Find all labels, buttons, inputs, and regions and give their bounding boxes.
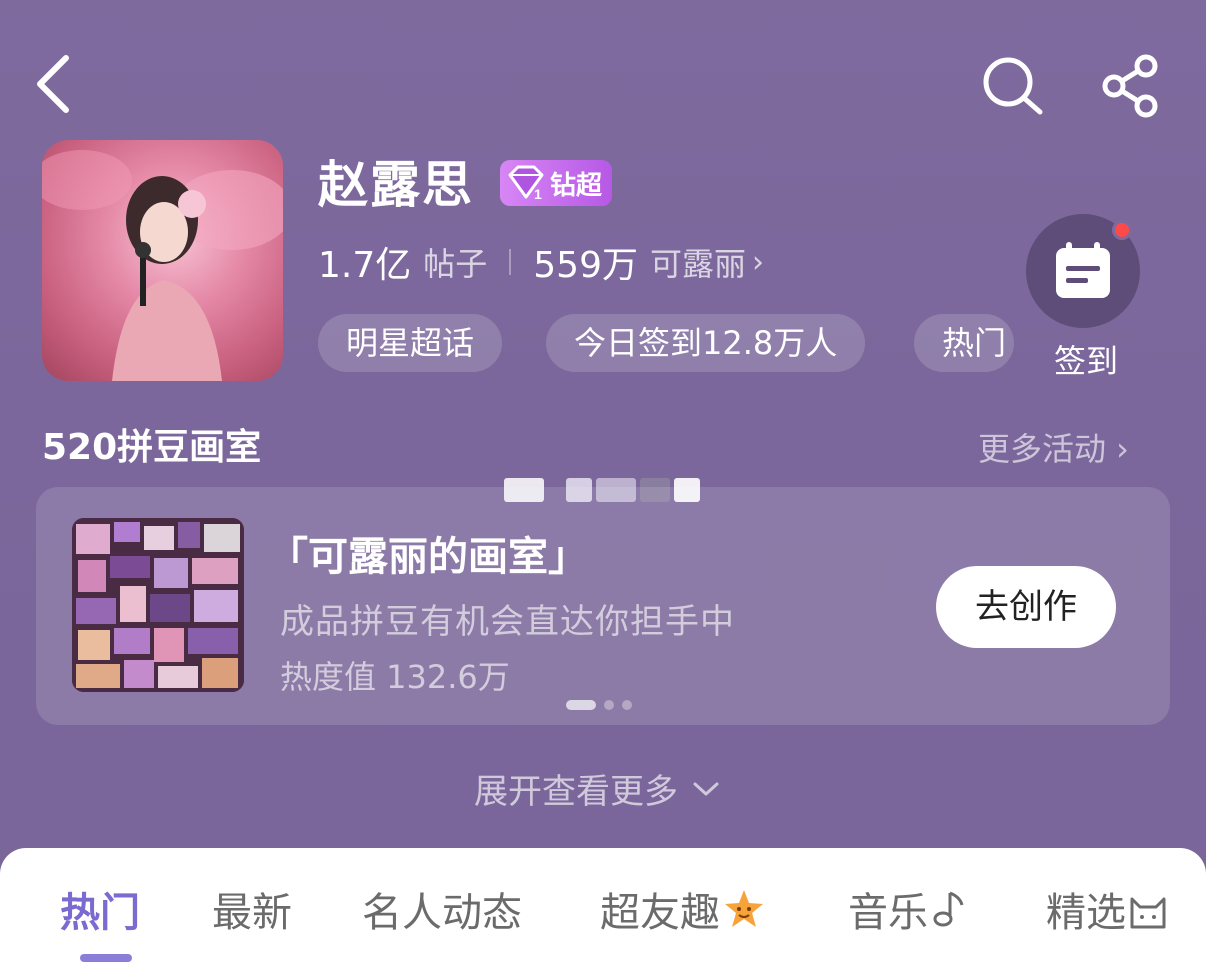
search-button[interactable] (978, 52, 1046, 120)
tab-label: 超友趣 (600, 890, 720, 936)
more-activities-link[interactable]: 更多活动 › (978, 424, 1129, 470)
expand-more-label: 展开查看更多 (474, 772, 678, 812)
level-number: 1 (534, 186, 542, 202)
posts-count: 1.7亿 (318, 245, 412, 286)
tab-label: 音乐 (848, 890, 928, 936)
fans-count: 559万 (533, 245, 638, 286)
chevron-down-icon (693, 782, 719, 795)
cat-icon (1130, 897, 1166, 929)
tag-hot[interactable]: 热门 (914, 314, 1014, 372)
search-icon (983, 57, 1043, 115)
pager-dot (604, 700, 614, 710)
tag-checkin-count[interactable]: 今日签到12.8万人 (546, 314, 866, 372)
tab-latest[interactable]: 最新 (212, 880, 292, 938)
tag-star-topic[interactable]: 明星超话 (318, 314, 503, 372)
carousel-pager (566, 700, 632, 710)
fans-unit: 可露丽 (650, 245, 747, 283)
activity-section-title: 520拼豆画室 (42, 427, 262, 468)
share-button[interactable] (1098, 52, 1166, 120)
active-tab-indicator (80, 954, 132, 962)
tab-super-fun[interactable]: 超友趣 (600, 880, 766, 938)
chevron-right-icon: › (752, 244, 765, 280)
expand-more-button[interactable]: 展开查看更多 (474, 764, 720, 813)
topic-title: 赵露思 (318, 156, 474, 214)
pager-dot (566, 700, 596, 710)
tab-label: 热门 (60, 890, 140, 936)
share-icon (1102, 54, 1158, 118)
avatar-illustration (42, 150, 283, 381)
topic-avatar[interactable] (42, 140, 283, 381)
tab-label: 名人动态 (362, 890, 522, 936)
diamond-icon: 1 (508, 165, 544, 202)
tab-label: 精选 (1046, 890, 1126, 936)
posts-unit: 帖子 (423, 245, 488, 283)
activity-thumbnail[interactable] (72, 518, 244, 692)
tab-featured[interactable]: 精选 (1046, 880, 1170, 938)
activity-name: 「可露丽的画室」 (268, 534, 588, 580)
topic-stats: 1.7亿 帖子 559万 可露丽 › (318, 236, 764, 288)
music-note-icon (933, 891, 964, 927)
pager-dot (622, 700, 632, 710)
create-button[interactable]: 去创作 (936, 566, 1116, 648)
tab-celebrity-updates[interactable]: 名人动态 (362, 880, 522, 938)
activity-description: 成品拼豆有机会直达你担手中 (280, 602, 735, 642)
bead-art-image (72, 518, 244, 692)
tab-label: 最新 (212, 890, 292, 936)
stats-divider (509, 249, 512, 275)
chevron-left-icon (37, 55, 69, 113)
back-button[interactable] (28, 52, 84, 116)
level-label: 钻超 (550, 170, 603, 201)
checkin-label: 签到 (1053, 342, 1118, 380)
fans-link[interactable]: 559万 可露丽 › (533, 236, 764, 288)
level-badge[interactable]: 1 钻超 (500, 160, 613, 206)
activity-heat: 热度值 132.6万 (280, 658, 510, 696)
tab-hot[interactable]: 热门 (60, 880, 140, 938)
notification-dot (1112, 220, 1132, 240)
tab-music[interactable]: 音乐 (848, 880, 968, 938)
star-face-icon (725, 890, 763, 927)
